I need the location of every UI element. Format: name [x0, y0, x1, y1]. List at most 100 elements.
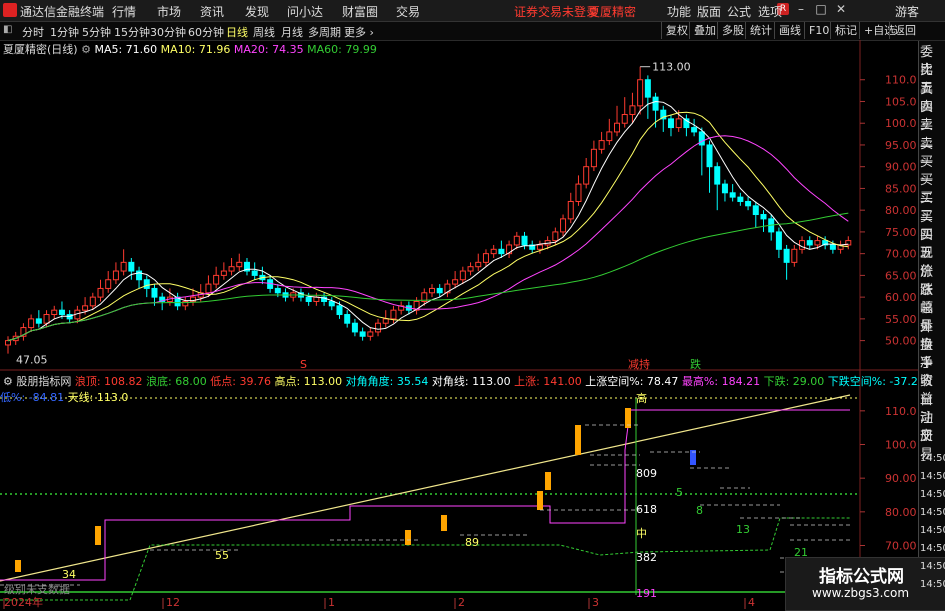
- candle-body: [567, 200, 574, 220]
- candle-body: [536, 244, 543, 250]
- candle-body: [28, 318, 35, 329]
- chart-canvas[interactable]: 110.0 105.0 100.0 95.00 90.00 85.00 80.00 75.00…: [0, 40, 918, 609]
- sidebar-item-25[interactable]: 14:50: [920, 504, 945, 522]
- candle-body: [560, 218, 567, 233]
- indicator-bar: [441, 515, 447, 531]
- fib-label: 55: [215, 549, 229, 562]
- indicator-item-2: 低点: 39.76: [210, 375, 275, 388]
- fib-label: 34: [62, 568, 76, 581]
- sidebar-item-23[interactable]: 14:50: [920, 468, 945, 486]
- candle-body: [112, 270, 119, 281]
- candle-body: [467, 266, 474, 272]
- candle-body: [521, 235, 528, 246]
- menu-item-5[interactable]: 财富圈: [342, 3, 378, 20]
- toolbar-action-3[interactable]: 统计: [745, 22, 776, 39]
- indicator-bar: [575, 425, 581, 455]
- sidebar-item-28[interactable]: 14:50: [920, 558, 945, 576]
- indicator-item-0: 浪顶: 108.82: [74, 375, 147, 388]
- candle-body: [336, 305, 343, 316]
- candle-body: [151, 287, 158, 298]
- x-tick-label: 4: [748, 596, 755, 609]
- level-label: 中: [636, 527, 647, 540]
- toolbar-action-6[interactable]: 标记: [830, 22, 861, 39]
- x-tick-label: 1: [328, 596, 335, 609]
- period-tab-8[interactable]: 月线: [281, 24, 303, 40]
- candle-body: [621, 114, 628, 124]
- candle-body: [745, 200, 752, 207]
- candle-body: [791, 248, 798, 263]
- right-menu-item-3[interactable]: 选项: [758, 3, 782, 20]
- toolbar-action-2[interactable]: 多股: [717, 22, 748, 39]
- period-tab-0[interactable]: 分时: [22, 24, 44, 40]
- toolbar-action-4[interactable]: 画线: [774, 22, 805, 39]
- y-tick-label: 85.00: [885, 182, 917, 195]
- maximize-icon[interactable]: □: [813, 2, 829, 18]
- candle-body: [120, 261, 127, 272]
- candle-body: [143, 279, 150, 289]
- toolbar-action-1[interactable]: 叠加: [689, 22, 720, 39]
- guest-label[interactable]: 游客: [895, 3, 919, 20]
- green-step-line: [0, 517, 850, 601]
- candle-body: [652, 96, 659, 111]
- login-status[interactable]: 证券交易未登录: [514, 3, 598, 20]
- candle-body: [97, 287, 104, 298]
- indicator-bar: [15, 560, 21, 572]
- candle-body: [105, 279, 112, 289]
- period-tab-10[interactable]: 更多 ›: [344, 24, 374, 40]
- period-tab-4[interactable]: 30分钟: [150, 24, 186, 40]
- candle-body: [752, 205, 759, 216]
- candle-body: [51, 309, 58, 316]
- ind-y-label: 90.00: [885, 472, 917, 485]
- y-tick-label: 55.00: [885, 313, 917, 326]
- right-menu-item-0[interactable]: 功能: [667, 3, 691, 20]
- fib-label: 8: [696, 504, 703, 517]
- menu-item-6[interactable]: 交易: [396, 3, 420, 20]
- period-tab-3[interactable]: 15分钟: [114, 24, 150, 40]
- close-icon[interactable]: ✕: [833, 2, 849, 18]
- period-tab-7[interactable]: 周线: [253, 24, 275, 40]
- menu-item-4[interactable]: 问小达: [287, 3, 323, 20]
- sidebar-item-27[interactable]: 14:50: [920, 540, 945, 558]
- signal-label: 跌: [690, 357, 701, 371]
- ma60-line: [7, 212, 849, 342]
- candle-body: [583, 166, 590, 185]
- ind-y-label: 110.0: [885, 405, 917, 418]
- sidebar-item-22[interactable]: 14:50: [920, 450, 945, 468]
- ind-y-label: 70.00: [885, 540, 917, 553]
- x-tick-label: 2: [458, 596, 465, 609]
- candle-body: [359, 331, 366, 337]
- indicator-bar: [95, 526, 101, 545]
- candle-body: [698, 131, 705, 146]
- candle-body: [35, 318, 42, 324]
- indicator-item-7: 上涨空间%: 78.47: [585, 375, 682, 388]
- candle-body: [714, 166, 721, 185]
- candle-body: [220, 270, 227, 276]
- right-menu-item-1[interactable]: 版面: [697, 3, 721, 20]
- menu-item-0[interactable]: 行情: [112, 3, 136, 20]
- menu-item-2[interactable]: 资讯: [200, 3, 224, 20]
- toolbar-action-0[interactable]: 复权: [661, 22, 692, 39]
- candle-body: [644, 79, 651, 98]
- period-tab-5[interactable]: 60分钟: [188, 24, 224, 40]
- sidebar-item-29[interactable]: 14:50: [920, 576, 945, 594]
- sidebar-item-26[interactable]: 14:50: [920, 522, 945, 540]
- product-name: 夏厦精密: [588, 5, 637, 19]
- period-tab-1[interactable]: 1分钟: [50, 24, 79, 40]
- period-tab-9[interactable]: 多周期: [308, 24, 341, 40]
- app-title: 通达信金融终端: [20, 5, 105, 19]
- candle-body: [691, 127, 698, 133]
- minimize-icon[interactable]: –: [793, 2, 809, 18]
- menu-item-1[interactable]: 市场: [157, 3, 181, 20]
- toolbar-action-5[interactable]: F10: [804, 22, 833, 39]
- toolbar-action-8[interactable]: 返回: [889, 22, 920, 39]
- period-tab-6[interactable]: 日线: [226, 24, 248, 40]
- candle-body: [706, 144, 713, 168]
- period-tab-2[interactable]: 5分钟: [82, 24, 111, 40]
- candle-body: [629, 105, 636, 116]
- y-tick-label: 80.00: [885, 204, 917, 217]
- collapse-icon[interactable]: ◧: [3, 24, 12, 35]
- indicator-item-12: 天线: 113.0: [67, 391, 129, 404]
- right-menu-item-2[interactable]: 公式: [727, 3, 751, 20]
- menu-item-3[interactable]: 发现: [245, 3, 269, 20]
- sidebar-item-24[interactable]: 14:50: [920, 486, 945, 504]
